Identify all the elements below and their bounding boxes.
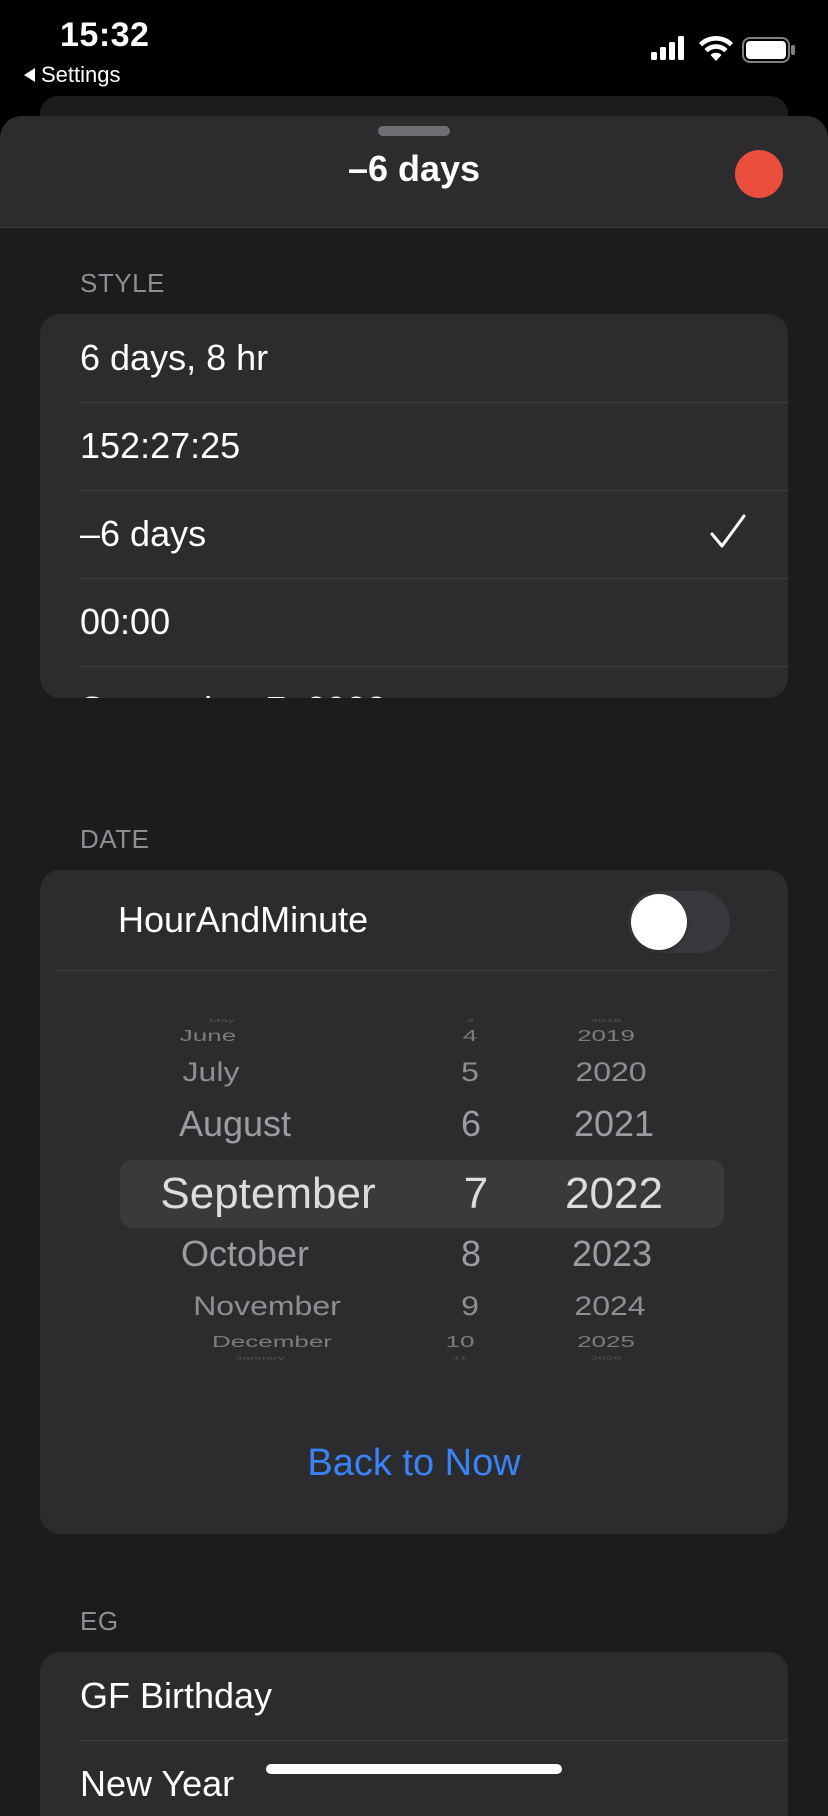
- back-to-now-button[interactable]: Back to Now: [40, 1442, 788, 1485]
- date-group: HourAndMinute May June July August Septe…: [40, 870, 788, 1534]
- date-picker-wheel[interactable]: May June July August September October N…: [40, 1017, 788, 1370]
- home-indicator[interactable]: [266, 1764, 562, 1774]
- style-option-duration[interactable]: 6 days, 8 hr: [40, 314, 788, 402]
- eg-section-label: EG: [80, 1606, 119, 1636]
- picker-day[interactable]: 11: [453, 1355, 468, 1361]
- status-time: 15:32: [60, 16, 150, 54]
- modal-sheet: –6 days STYLE 6 days, 8 hr 152:27:25 –6 …: [0, 116, 828, 1816]
- back-to-settings-link[interactable]: Settings: [24, 62, 121, 88]
- picker-day[interactable]: 10: [446, 1333, 475, 1352]
- picker-year[interactable]: 2025: [577, 1333, 635, 1352]
- back-app-label: Settings: [41, 62, 121, 87]
- picker-day[interactable]: 3: [466, 1017, 474, 1023]
- toggle-knob: [631, 894, 687, 950]
- picker-day[interactable]: 9: [461, 1290, 479, 1321]
- record-dot-button[interactable]: [735, 150, 783, 198]
- eg-item-new-year[interactable]: New Year: [40, 1740, 788, 1816]
- picker-year[interactable]: 2020: [575, 1056, 646, 1087]
- picker-year[interactable]: 2024: [574, 1290, 645, 1321]
- style-option-label: 00:00: [80, 601, 171, 642]
- picker-year[interactable]: 2023: [572, 1233, 652, 1275]
- wifi-icon: [699, 35, 733, 61]
- style-option-time[interactable]: 00:00: [40, 578, 788, 666]
- status-bar: 15:32 Settings: [0, 0, 828, 96]
- eg-group: GF Birthday New Year: [40, 1652, 788, 1816]
- sheet-header: –6 days: [0, 116, 828, 228]
- style-option-timer[interactable]: 152:27:25: [40, 402, 788, 490]
- checkmark-icon: [710, 514, 746, 548]
- row-divider: [54, 970, 774, 971]
- cellular-signal-icon: [651, 36, 684, 60]
- hour-and-minute-toggle[interactable]: [628, 891, 730, 953]
- picker-year[interactable]: 2021: [574, 1103, 654, 1145]
- picker-month[interactable]: December: [212, 1333, 332, 1352]
- picker-year-selected[interactable]: 2022: [565, 1169, 663, 1219]
- hour-and-minute-label: HourAndMinute: [118, 899, 369, 940]
- style-option-label: –6 days: [80, 513, 207, 554]
- eg-item-label: GF Birthday: [80, 1675, 273, 1716]
- picker-month-selected[interactable]: September: [160, 1169, 375, 1219]
- style-options-group: 6 days, 8 hr 152:27:25 –6 days 00:00 Sep…: [40, 314, 788, 698]
- picker-year[interactable]: 2018: [590, 1017, 621, 1023]
- style-option-relative[interactable]: –6 days: [40, 490, 788, 578]
- picker-month[interactable]: July: [183, 1056, 240, 1087]
- battery-icon: [742, 37, 795, 63]
- picker-year[interactable]: 2026: [590, 1355, 621, 1361]
- picker-day[interactable]: 5: [461, 1056, 479, 1087]
- style-section-label: STYLE: [80, 268, 165, 298]
- style-option-label: 152:27:25: [80, 425, 241, 466]
- picker-month[interactable]: May: [209, 1017, 235, 1023]
- picker-month[interactable]: January: [235, 1355, 285, 1361]
- style-option-label: September 7, 2022: [80, 689, 386, 698]
- picker-day[interactable]: 8: [461, 1233, 481, 1275]
- picker-day-selected[interactable]: 7: [464, 1169, 488, 1219]
- back-triangle-icon: [24, 68, 35, 82]
- picker-day[interactable]: 4: [463, 1027, 477, 1046]
- hour-and-minute-row: HourAndMinute: [40, 870, 788, 970]
- picker-day[interactable]: 6: [461, 1103, 481, 1145]
- style-option-label: 6 days, 8 hr: [80, 337, 269, 378]
- eg-item-gf-birthday[interactable]: GF Birthday: [40, 1652, 788, 1740]
- picker-month[interactable]: August: [179, 1103, 291, 1145]
- date-section-label: DATE: [80, 824, 150, 854]
- eg-item-label: New Year: [80, 1763, 235, 1804]
- picker-month[interactable]: June: [180, 1027, 236, 1046]
- sheet-grabber[interactable]: [378, 126, 450, 136]
- picker-year[interactable]: 2019: [577, 1027, 635, 1046]
- picker-month[interactable]: October: [181, 1233, 309, 1275]
- picker-month[interactable]: November: [193, 1290, 341, 1321]
- sheet-title: –6 days: [347, 148, 481, 189]
- style-option-date[interactable]: September 7, 2022: [40, 666, 788, 698]
